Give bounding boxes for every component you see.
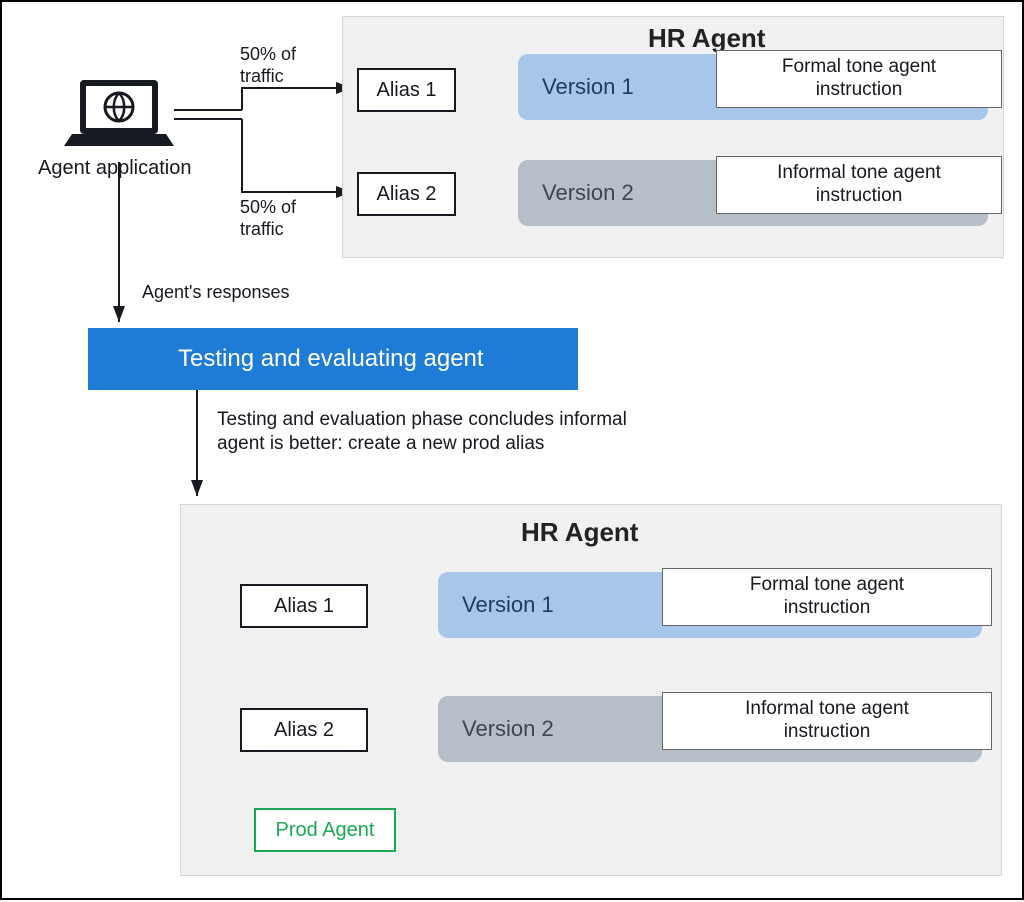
- alias-1-box-top: Alias 1: [357, 68, 456, 112]
- alias-2-box-top: Alias 2: [357, 172, 456, 216]
- alias-2-box-bottom: Alias 2: [240, 708, 368, 752]
- conclusion-note: Testing and evaluation phase concludes i…: [217, 408, 697, 456]
- instruction-1-box-top: Formal tone agent instruction: [716, 50, 1002, 108]
- alias-1-label-bottom: Alias 1: [274, 595, 334, 618]
- traffic-bottom-label: 50% of traffic: [240, 197, 296, 240]
- prod-agent-box: Prod Agent: [254, 808, 396, 852]
- testing-evaluating-bar: Testing and evaluating agent: [88, 328, 578, 390]
- hr-agent-title-bottom: HR Agent: [521, 517, 638, 548]
- version-2-label-top: Version 2: [542, 180, 634, 206]
- instruction-2-box-bottom: Informal tone agent instruction: [662, 692, 992, 750]
- version-1-label-top: Version 1: [542, 74, 634, 100]
- responses-label: Agent's responses: [142, 282, 290, 304]
- diagram-canvas: Agent application 50% of traffic 50% of …: [0, 0, 1024, 900]
- prod-agent-label: Prod Agent: [276, 819, 375, 842]
- alias-1-box-bottom: Alias 1: [240, 584, 368, 628]
- testing-evaluating-label: Testing and evaluating agent: [178, 345, 484, 373]
- agent-application-label: Agent application: [38, 157, 191, 180]
- instruction-1-box-bottom: Formal tone agent instruction: [662, 568, 992, 626]
- version-2-label-bottom: Version 2: [462, 716, 554, 742]
- alias-2-label-bottom: Alias 2: [274, 719, 334, 742]
- alias-1-label-top: Alias 1: [376, 79, 436, 102]
- traffic-top-label: 50% of traffic: [240, 44, 296, 87]
- instruction-2-box-top: Informal tone agent instruction: [716, 156, 1002, 214]
- version-1-label-bottom: Version 1: [462, 592, 554, 618]
- alias-2-label-top: Alias 2: [376, 183, 436, 206]
